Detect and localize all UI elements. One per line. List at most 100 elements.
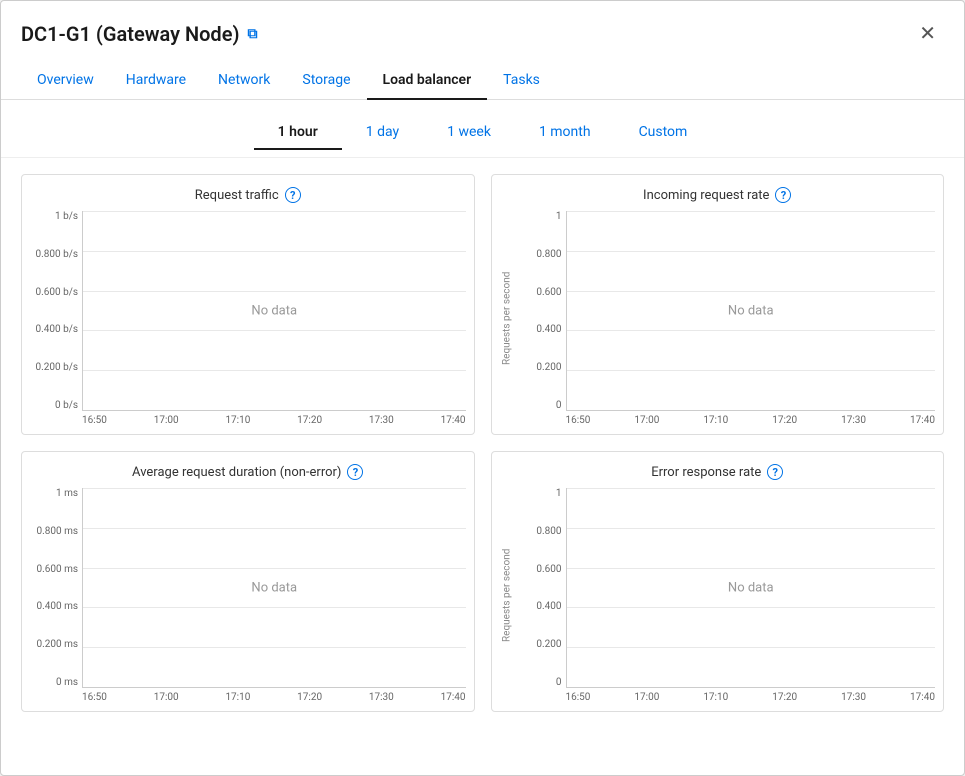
x-label: 17:00 — [634, 692, 659, 703]
chart-with-yaxis-1: 1 b/s 0.800 b/s 0.600 b/s 0.400 b/s 0.20… — [30, 211, 466, 426]
x-axis-4: 16:50 17:00 17:10 17:20 17:30 17:40 — [566, 688, 936, 703]
tab-storage[interactable]: Storage — [286, 62, 366, 100]
x-label: 17:20 — [297, 692, 322, 703]
time-tab-1hour[interactable]: 1 hour — [254, 116, 342, 150]
chart-with-yaxis-4: Requests per second 1 0.800 0.600 0.400 … — [500, 488, 936, 703]
y-label: 0 b/s — [55, 400, 78, 411]
y-label: 0.600 ms — [36, 564, 78, 575]
y-label: 0.400 b/s — [36, 324, 79, 335]
x-label: 17:30 — [841, 692, 866, 703]
y-axis-3: 1 ms 0.800 ms 0.600 ms 0.400 ms 0.200 ms… — [30, 488, 82, 688]
y-label: 0.400 — [536, 324, 561, 335]
y-label: 0.600 — [536, 287, 561, 298]
y-label: 1 — [556, 488, 562, 499]
y-label: 0.200 — [536, 362, 561, 373]
chart-grid-4: No data — [566, 488, 936, 688]
x-label: 17:10 — [225, 692, 250, 703]
x-label: 17:00 — [154, 415, 179, 426]
chart-with-yaxis-3: 1 ms 0.800 ms 0.600 ms 0.400 ms 0.200 ms… — [30, 488, 466, 703]
chart-grid-3: No data — [82, 488, 466, 688]
x-label: 17:30 — [841, 415, 866, 426]
y-label: 0.200 — [536, 639, 561, 650]
external-link-icon[interactable]: ⧉ — [247, 26, 257, 42]
no-data-4: No data — [728, 580, 774, 595]
chart-grid-1: No data — [82, 211, 466, 411]
chart-title-row-1: Request traffic ? — [30, 187, 466, 203]
y-axis-2: 1 0.800 0.600 0.400 0.200 0 — [514, 211, 566, 411]
y-label: 1 b/s — [55, 211, 78, 222]
time-tab-custom[interactable]: Custom — [615, 116, 712, 150]
help-icon-4[interactable]: ? — [767, 464, 783, 480]
time-tab-1day[interactable]: 1 day — [342, 116, 423, 150]
y-label: 1 — [556, 211, 562, 222]
help-icon-2[interactable]: ? — [775, 187, 791, 203]
chart-title-row-4: Error response rate ? — [500, 464, 936, 480]
y-label: 0.200 ms — [36, 639, 78, 650]
tab-load-balancer[interactable]: Load balancer — [367, 62, 488, 100]
tab-overview[interactable]: Overview — [21, 62, 110, 100]
no-data-2: No data — [728, 303, 774, 318]
no-data-3: No data — [251, 580, 297, 595]
tab-network[interactable]: Network — [202, 62, 286, 100]
x-label: 16:50 — [566, 692, 591, 703]
x-label: 17:40 — [910, 692, 935, 703]
close-button[interactable]: ✕ — [911, 17, 944, 50]
y-label: 1 ms — [56, 488, 78, 499]
y-label: 0.800 — [536, 526, 561, 537]
x-label: 17:20 — [772, 692, 797, 703]
time-tab-1month[interactable]: 1 month — [515, 116, 615, 150]
x-label: 16:50 — [566, 415, 591, 426]
y-axis-rotated-2: Requests per second — [500, 211, 514, 426]
modal: DC1-G1 (Gateway Node) ⧉ ✕ Overview Hardw… — [0, 0, 965, 776]
x-label: 17:10 — [703, 692, 728, 703]
y-label: 0 — [556, 677, 562, 688]
charts-grid: Request traffic ? 1 b/s 0.800 b/s 0.600 … — [1, 158, 964, 732]
y-label: 0.200 b/s — [36, 362, 79, 373]
y-label: 0.800 — [536, 249, 561, 260]
chart-plot-4: No data 16:50 17:00 17:10 17:20 17:30 17… — [566, 488, 936, 703]
x-label: 16:50 — [82, 692, 107, 703]
chart-request-traffic: Request traffic ? 1 b/s 0.800 b/s 0.600 … — [21, 174, 475, 435]
modal-header: DC1-G1 (Gateway Node) ⧉ ✕ — [1, 1, 964, 50]
y-axis-rotated-4: Requests per second — [500, 488, 514, 703]
x-label: 17:20 — [297, 415, 322, 426]
y-label: 0.400 — [536, 601, 561, 612]
x-label: 16:50 — [82, 415, 107, 426]
help-icon-3[interactable]: ? — [347, 464, 363, 480]
x-label: 17:30 — [369, 692, 394, 703]
x-label: 17:40 — [910, 415, 935, 426]
y-label: 0 — [556, 400, 562, 411]
chart-plot-3: No data 16:50 17:00 17:10 17:20 17:30 17… — [82, 488, 466, 703]
chart-title-row-3: Average request duration (non-error) ? — [30, 464, 466, 480]
y-label: 0.800 ms — [36, 526, 78, 537]
y-axis-label-4: Requests per second — [501, 549, 512, 642]
y-label: 0.400 ms — [36, 601, 78, 612]
y-label: 0.600 b/s — [36, 287, 79, 298]
chart-with-yaxis-2: Requests per second 1 0.800 0.600 0.400 … — [500, 211, 936, 426]
time-tab-1week[interactable]: 1 week — [423, 116, 515, 150]
chart-error-response-rate: Error response rate ? Requests per secon… — [491, 451, 945, 712]
y-axis-1: 1 b/s 0.800 b/s 0.600 b/s 0.400 b/s 0.20… — [30, 211, 82, 411]
chart-title-3: Average request duration (non-error) — [132, 465, 341, 480]
chart-avg-request-duration: Average request duration (non-error) ? 1… — [21, 451, 475, 712]
tab-tasks[interactable]: Tasks — [487, 62, 556, 100]
help-icon-1[interactable]: ? — [285, 187, 301, 203]
chart-title-2: Incoming request rate — [643, 188, 769, 203]
x-axis-3: 16:50 17:00 17:10 17:20 17:30 17:40 — [82, 688, 466, 703]
y-axis-4: 1 0.800 0.600 0.400 0.200 0 — [514, 488, 566, 688]
x-label: 17:00 — [154, 692, 179, 703]
x-label: 17:30 — [369, 415, 394, 426]
y-label: 0.800 b/s — [36, 249, 79, 260]
y-label: 0 ms — [56, 677, 78, 688]
x-label: 17:10 — [225, 415, 250, 426]
y-axis-label-2: Requests per second — [501, 272, 512, 365]
chart-plot-1: No data 16:50 17:00 17:10 17:20 17:30 17… — [82, 211, 466, 426]
chart-incoming-request-rate: Incoming request rate ? Requests per sec… — [491, 174, 945, 435]
chart-title-1: Request traffic — [195, 188, 279, 203]
x-label: 17:40 — [441, 692, 466, 703]
x-label: 17:20 — [772, 415, 797, 426]
nav-tabs: Overview Hardware Network Storage Load b… — [1, 62, 964, 100]
x-axis-1: 16:50 17:00 17:10 17:20 17:30 17:40 — [82, 411, 466, 426]
tab-hardware[interactable]: Hardware — [110, 62, 202, 100]
chart-title-row-2: Incoming request rate ? — [500, 187, 936, 203]
